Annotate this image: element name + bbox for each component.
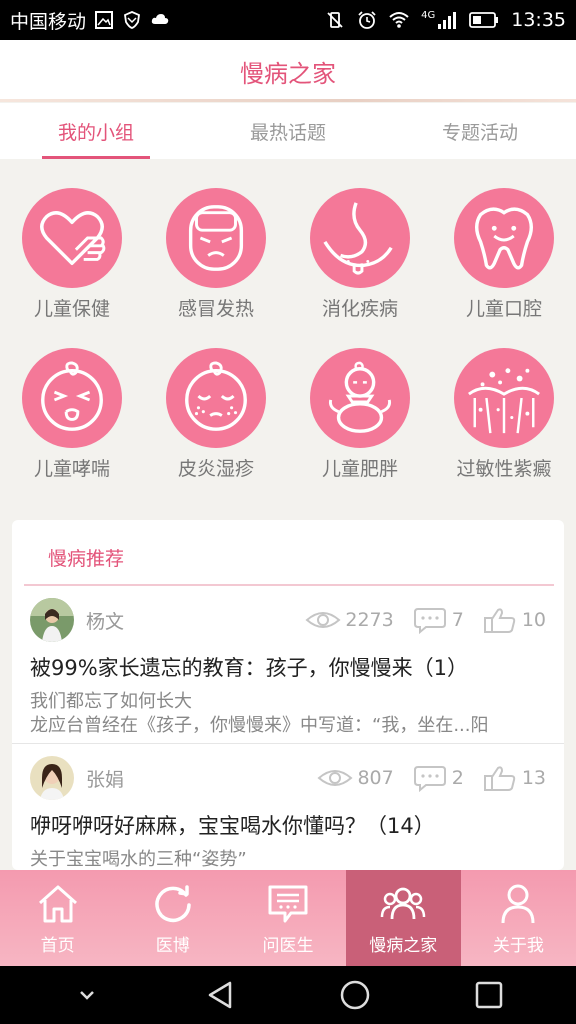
nav-medical-blog[interactable]: 医博 — [115, 870, 231, 966]
vibrate-off-icon — [325, 10, 345, 30]
post-title[interactable]: 咿呀咿呀好麻麻，宝宝喝水你懂吗？（14） — [30, 810, 546, 840]
sick-baby-icon — [166, 188, 266, 288]
chevron-down-icon[interactable] — [70, 978, 104, 1012]
like-count[interactable]: 13 — [482, 764, 546, 792]
category-asthma[interactable]: 儿童哮喘 — [0, 348, 144, 508]
post-item[interactable]: 杨文 2273 7 10 被99%家长遗忘的教育：孩子，你慢慢来（1） 我们都忘… — [12, 586, 564, 744]
chat-icon — [268, 885, 308, 922]
alarm-icon — [357, 10, 377, 30]
chubby-baby-icon — [310, 348, 410, 448]
image-notification-icon — [94, 10, 114, 30]
skin-spots-icon — [454, 348, 554, 448]
tab-hot-topics[interactable]: 最热话题 — [192, 103, 384, 159]
comment-icon — [413, 608, 446, 634]
category-label: 儿童口腔 — [465, 298, 542, 320]
clock-label: 13:35 — [511, 9, 566, 31]
post-summary-line: 关于宝宝喝水的三种“姿势” — [30, 849, 247, 870]
nav-label: 慢病之家 — [369, 935, 438, 956]
bottom-nav: 首页 医博 问医生 慢病之家 关于我 — [0, 870, 576, 966]
post-summary-line: 我们都忘了如何长大 — [30, 691, 192, 712]
eye-icon — [305, 612, 341, 628]
heart-hand-icon — [22, 188, 122, 288]
app-header: 慢病之家 — [0, 40, 576, 102]
eye-icon — [317, 770, 353, 786]
home-button-icon[interactable] — [338, 978, 372, 1012]
thumbs-up-icon — [483, 766, 515, 791]
comments-value: 7 — [451, 609, 464, 631]
views-value: 2273 — [345, 609, 394, 631]
views-value: 807 — [357, 767, 394, 789]
author-name[interactable]: 杨文 — [86, 607, 124, 634]
refresh-icon — [155, 884, 191, 922]
category-allergic-purpura[interactable]: 过敏性紫癜 — [432, 348, 576, 508]
recommend-title: 慢病推荐 — [24, 520, 554, 586]
status-bar: 中国移动 4G 13:35 — [0, 0, 576, 40]
like-count[interactable]: 10 — [482, 606, 546, 634]
rash-baby-icon — [166, 348, 266, 448]
category-label: 儿童哮喘 — [33, 458, 110, 480]
group-icon — [380, 887, 426, 919]
nav-label: 医博 — [155, 935, 190, 956]
system-nav-bar — [0, 966, 576, 1024]
category-label: 儿童保健 — [33, 298, 110, 320]
tab-my-groups[interactable]: 我的小组 — [0, 103, 192, 159]
category-label: 消化疾病 — [321, 298, 398, 320]
recent-apps-icon[interactable] — [472, 978, 506, 1012]
likes-value: 10 — [521, 609, 546, 631]
category-dental[interactable]: 儿童口腔 — [432, 188, 576, 348]
comment-count[interactable]: 7 — [412, 606, 464, 634]
nav-label: 问医生 — [262, 935, 314, 956]
category-obesity[interactable]: 儿童肥胖 — [288, 348, 432, 508]
battery-icon — [469, 10, 499, 30]
category-cold-fever[interactable]: 感冒发热 — [144, 188, 288, 348]
likes-value: 13 — [521, 767, 546, 789]
author-name[interactable]: 张娟 — [86, 765, 124, 792]
avatar[interactable] — [30, 598, 74, 642]
cloud-notification-icon — [150, 10, 170, 30]
comments-value: 2 — [451, 767, 464, 789]
view-count: 2273 — [305, 606, 394, 634]
post-item[interactable]: 张娟 807 2 13 咿呀咿呀好麻麻，宝宝喝水你懂吗？（14） 关于宝宝喝水的… — [12, 744, 564, 870]
post-summary: 关于宝宝喝水的三种“姿势” — [30, 848, 546, 870]
shield-notification-icon — [122, 10, 142, 30]
person-icon — [501, 884, 535, 923]
nav-about-me[interactable]: 关于我 — [460, 870, 576, 966]
back-icon[interactable] — [204, 978, 238, 1012]
tab-special-events[interactable]: 专题活动 — [384, 103, 576, 159]
header-divider — [0, 99, 576, 102]
view-count: 807 — [317, 764, 394, 792]
nav-chronic-disease-home[interactable]: 慢病之家 — [345, 870, 461, 966]
network-type-label: 4G — [421, 10, 436, 21]
category-digestive[interactable]: 消化疾病 — [288, 188, 432, 348]
nav-home[interactable]: 首页 — [0, 870, 116, 966]
coughing-baby-icon — [22, 348, 122, 448]
carrier-label: 中国移动 — [10, 10, 87, 33]
category-label: 儿童肥胖 — [321, 458, 398, 480]
home-icon — [38, 885, 77, 922]
recommend-card: 慢病推荐 杨文 2273 7 10 被99%家长遗忘的教育：孩子，你慢慢来（1）… — [12, 520, 564, 870]
post-summary: 我们都忘了如何长大 龙应台曾经在《孩子，你慢慢来》中写道：“我，坐在...阳 — [30, 690, 546, 738]
comment-icon — [413, 766, 446, 792]
wifi-icon — [389, 10, 409, 30]
tab-bar: 我的小组 最热话题 专题活动 — [0, 103, 576, 159]
category-eczema[interactable]: 皮炎湿疹 — [144, 348, 288, 508]
comment-count[interactable]: 2 — [412, 764, 464, 792]
nav-ask-doctor[interactable]: 问医生 — [230, 870, 346, 966]
post-title[interactable]: 被99%家长遗忘的教育：孩子，你慢慢来（1） — [30, 652, 546, 682]
category-label: 感冒发热 — [177, 298, 254, 320]
post-summary-line: 龙应台曾经在《孩子，你慢慢来》中写道：“我，坐在...阳 — [30, 715, 489, 736]
nav-label: 关于我 — [492, 935, 544, 956]
page-title: 慢病之家 — [240, 59, 336, 88]
nav-label: 首页 — [40, 935, 75, 956]
category-label: 过敏性紫癜 — [456, 458, 552, 480]
thumbs-up-icon — [483, 608, 515, 633]
tooth-icon — [454, 188, 554, 288]
signal-icon: 4G — [421, 10, 457, 30]
category-child-health[interactable]: 儿童保健 — [0, 188, 144, 348]
category-grid: 儿童保健 感冒发热 消化疾病 儿童口腔 儿童哮喘 皮炎湿疹 儿童肥胖 过敏性紫癜 — [0, 160, 576, 512]
stomach-icon — [310, 188, 410, 288]
avatar[interactable] — [30, 756, 74, 800]
category-label: 皮炎湿疹 — [177, 458, 254, 480]
